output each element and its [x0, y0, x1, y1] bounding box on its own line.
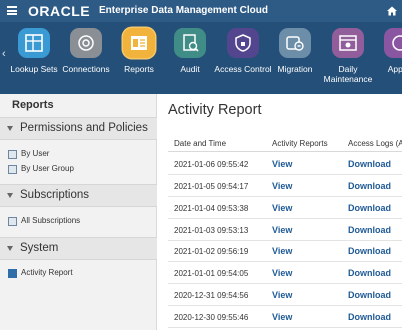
row-date: 2020-12-30 09:55:46	[174, 313, 249, 322]
sidebar-title: Reports	[12, 99, 54, 111]
view-link[interactable]: View	[272, 246, 292, 256]
oracle-logo: ORACLE	[28, 3, 91, 19]
audit-icon	[174, 28, 206, 58]
row-date: 2021-01-02 09:56:19	[174, 247, 249, 256]
nav-label: Lookup Sets	[10, 64, 58, 74]
view-link[interactable]: View	[272, 203, 292, 213]
table-row: 2021-01-05 09:54:17 View Download	[168, 176, 402, 197]
row-date: 2021-01-01 09:54:05	[174, 269, 249, 278]
page-title: Activity Report	[168, 102, 262, 118]
section-system[interactable]: System	[0, 237, 157, 260]
nav-label: Audit	[180, 64, 200, 74]
sidebar-item-label: Activity Report	[21, 268, 73, 277]
column-header-date[interactable]: Date and Time	[174, 139, 226, 148]
row-date: 2020-12-31 09:54:56	[174, 291, 249, 300]
nav-item-access-control[interactable]: Access Control	[213, 28, 273, 90]
download-link[interactable]: Download	[348, 225, 391, 235]
view-link[interactable]: View	[272, 159, 292, 169]
top-banner: ORACLE Enterprise Data Management Cloud	[0, 0, 402, 22]
nav-item-lookup-sets[interactable]: Lookup Sets	[4, 28, 64, 90]
report-item-icon	[8, 150, 17, 159]
section-permissions-and-policies[interactable]: Permissions and Policies	[0, 117, 157, 140]
report-item-icon	[8, 217, 17, 226]
nav-label: Migration	[277, 64, 313, 74]
download-link[interactable]: Download	[348, 159, 391, 169]
column-header-access-logs[interactable]: Access Logs (A	[348, 139, 402, 148]
section-label: Subscriptions	[20, 189, 90, 201]
table-row: 2021-01-01 09:54:05 View Download	[168, 263, 402, 284]
nav-label: Daily Maintenance	[323, 64, 373, 84]
view-link[interactable]: View	[272, 290, 292, 300]
nav-item-appearance[interactable]: Appea	[370, 28, 402, 90]
table-row: 2021-01-02 09:56:19 View Download	[168, 241, 402, 262]
download-link[interactable]: Download	[348, 312, 391, 322]
collapse-triangle-icon	[7, 126, 13, 131]
nav-item-daily-maintenance[interactable]: Daily Maintenance	[318, 28, 378, 90]
row-date: 2021-01-04 09:53:38	[174, 204, 249, 213]
row-date: 2021-01-03 09:53:13	[174, 226, 249, 235]
activity-report-panel: Activity Report Date and Time Activity R…	[158, 94, 402, 330]
table-row: 2021-01-04 09:53:38 View Download	[168, 198, 402, 219]
table-header: Date and Time Activity Reports Access Lo…	[168, 138, 402, 152]
navigation-strip: ‹ Lookup Sets Connections Reports Audit …	[0, 22, 402, 94]
reports-sidebar: Reports Permissions and Policies By User…	[0, 94, 157, 330]
column-header-activity-reports[interactable]: Activity Reports	[272, 139, 328, 148]
table-row: 2020-12-31 09:54:56 View Download	[168, 285, 402, 306]
table-row: 2021-01-06 09:55:42 View Download	[168, 154, 402, 175]
nav-label: Connections	[62, 64, 110, 74]
view-link[interactable]: View	[272, 268, 292, 278]
collapse-triangle-icon	[7, 193, 13, 198]
lookup-sets-icon	[18, 28, 50, 58]
app-title: Enterprise Data Management Cloud	[99, 5, 268, 16]
nav-label: Appea	[387, 64, 402, 74]
migration-icon	[279, 28, 311, 58]
view-link[interactable]: View	[272, 225, 292, 235]
daily-maintenance-icon	[332, 28, 364, 58]
nav-label: Access Control	[214, 64, 272, 74]
download-link[interactable]: Download	[348, 181, 391, 191]
sidebar-item-label: By User	[21, 149, 50, 158]
download-link[interactable]: Download	[348, 246, 391, 256]
report-item-icon	[8, 269, 17, 278]
table-row: 2021-01-03 09:53:13 View Download	[168, 220, 402, 241]
nav-item-audit[interactable]: Audit	[160, 28, 220, 90]
view-link[interactable]: View	[272, 312, 292, 322]
home-icon[interactable]	[386, 5, 398, 17]
collapse-triangle-icon	[7, 246, 13, 251]
hamburger-menu-icon[interactable]	[7, 6, 17, 15]
sidebar-item-label: All Subscriptions	[21, 216, 81, 225]
nav-item-migration[interactable]: Migration	[265, 28, 325, 90]
row-date: 2021-01-05 09:54:17	[174, 182, 249, 191]
access-control-icon	[227, 28, 259, 58]
connections-icon	[70, 28, 102, 58]
sidebar-item-label: By User Group	[21, 164, 74, 173]
nav-item-connections[interactable]: Connections	[56, 28, 116, 90]
download-link[interactable]: Download	[348, 268, 391, 278]
section-label: Permissions and Policies	[20, 122, 148, 134]
download-link[interactable]: Download	[348, 290, 391, 300]
row-date: 2021-01-06 09:55:42	[174, 160, 249, 169]
reports-icon	[123, 28, 155, 58]
section-label: System	[20, 242, 59, 254]
appearance-icon	[384, 28, 402, 58]
report-item-icon	[8, 165, 17, 174]
table-row: 2020-12-30 09:55:46 View Download	[168, 307, 402, 328]
view-link[interactable]: View	[272, 181, 292, 191]
section-subscriptions[interactable]: Subscriptions	[0, 184, 157, 207]
download-link[interactable]: Download	[348, 203, 391, 213]
